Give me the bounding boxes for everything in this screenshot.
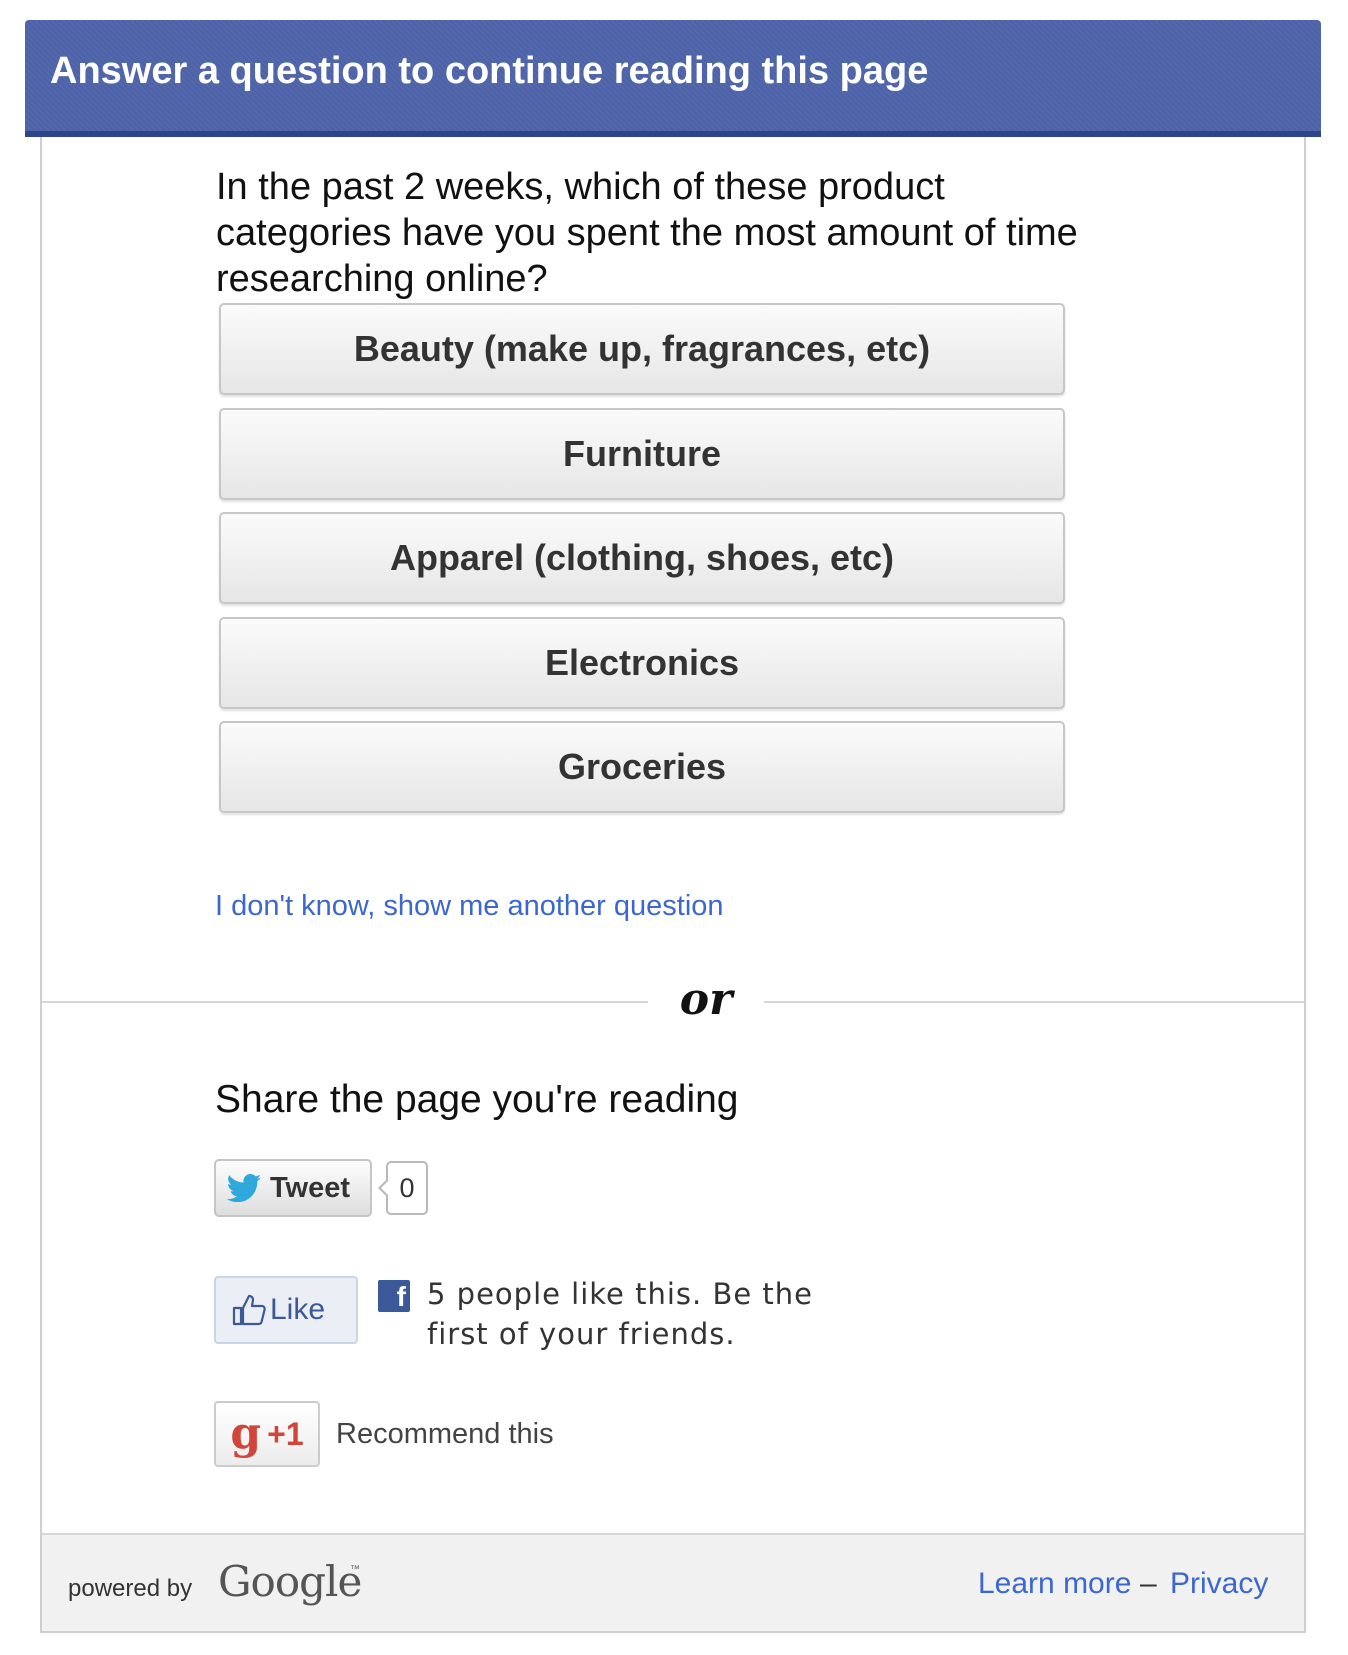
- answer-button-electronics[interactable]: Electronics: [219, 617, 1065, 709]
- powered-by-text: powered by: [68, 1575, 193, 1602]
- privacy-link[interactable]: Privacy: [1170, 1567, 1268, 1601]
- answer-button-apparel[interactable]: Apparel (clothing, shoes, etc): [219, 512, 1065, 604]
- answer-button-groceries[interactable]: Groceries: [219, 721, 1065, 813]
- tweet-count: 0: [378, 1161, 428, 1215]
- google-plus-one-button[interactable]: g +1: [214, 1401, 320, 1467]
- like-label: Like: [270, 1293, 326, 1326]
- survey-header: Answer a question to continue reading th…: [25, 20, 1321, 137]
- or-divider-text: or: [648, 970, 764, 1034]
- answer-button-beauty[interactable]: Beauty (make up, fragrances, etc): [219, 303, 1065, 395]
- recommend-text: Recommend this: [336, 1418, 554, 1450]
- thumbs-up-icon: [232, 1294, 266, 1326]
- plus-one-label: +1: [267, 1415, 304, 1452]
- header-title: Answer a question to continue reading th…: [50, 50, 929, 92]
- google-plus-g-icon: g: [230, 1408, 262, 1459]
- trademark-mark: ™: [350, 1564, 360, 1575]
- tweet-label: Tweet: [270, 1171, 351, 1204]
- google-logo: Google: [218, 1557, 362, 1606]
- twitter-bird-icon: [226, 1174, 261, 1202]
- footer-separator: –: [1140, 1567, 1157, 1600]
- answer-button-furniture[interactable]: Furniture: [219, 408, 1065, 500]
- survey-question: In the past 2 weeks, which of these prod…: [216, 166, 1078, 300]
- tweet-button[interactable]: Tweet: [214, 1159, 372, 1217]
- share-title: Share the page you're reading: [215, 1078, 739, 1121]
- learn-more-link[interactable]: Learn more: [978, 1567, 1131, 1601]
- facebook-like-button[interactable]: Like: [214, 1276, 358, 1344]
- facebook-icon: f: [378, 1280, 410, 1312]
- skip-question-link[interactable]: I don't know, show me another question: [215, 890, 724, 923]
- facebook-social-text: 5 people like this. Be the first of your…: [427, 1277, 814, 1351]
